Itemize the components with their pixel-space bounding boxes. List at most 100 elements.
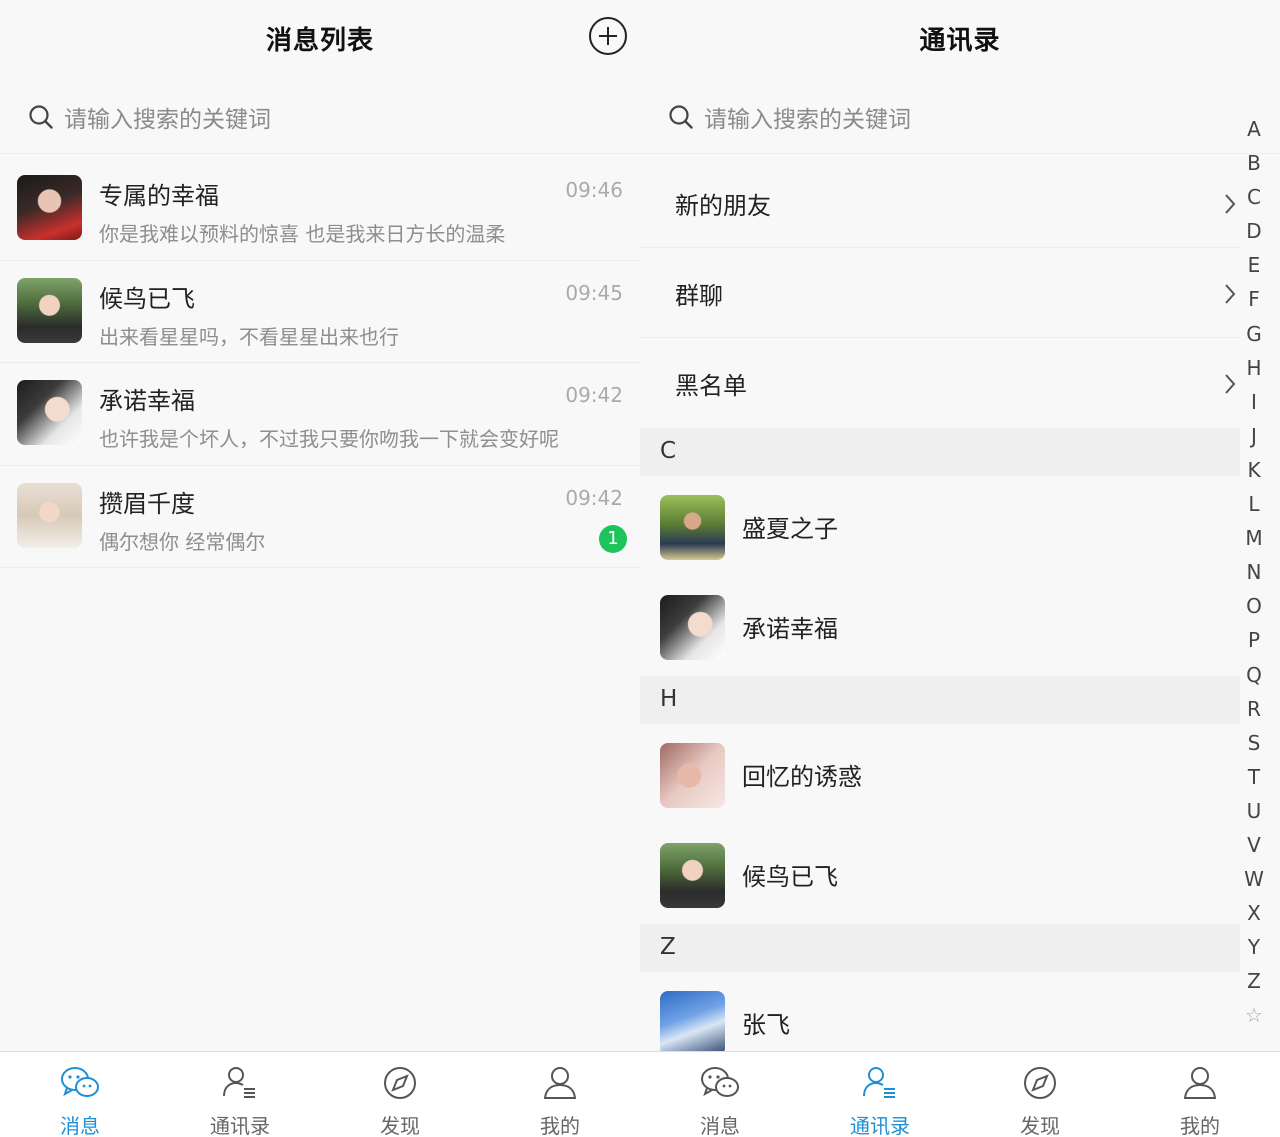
contact-name: 承诺幸福	[742, 609, 838, 644]
list-item[interactable]: 候鸟已飞 出来看星星吗，不看星星出来也行 09:45	[0, 261, 640, 364]
section-letter: C	[660, 438, 676, 464]
menu-blacklist[interactable]: 黑名单	[640, 338, 1240, 428]
chat-name: 承诺幸福	[99, 381, 195, 416]
index-letter[interactable]: H	[1240, 351, 1268, 385]
menu-label: 新的朋友	[675, 186, 771, 221]
tab-contacts[interactable]: 通讯录	[800, 1052, 960, 1137]
tab-label: 消息	[640, 1110, 800, 1137]
tab-discover[interactable]: 发现	[960, 1052, 1120, 1137]
avatar	[660, 991, 725, 1056]
index-letter[interactable]: U	[1240, 794, 1268, 828]
chat-preview: 你是我难以预料的惊喜 也是我来日方长的温柔	[99, 218, 505, 247]
tab-contacts[interactable]: 通讯录	[160, 1052, 320, 1137]
index-letter[interactable]: C	[1240, 180, 1268, 214]
contacts-icon	[859, 1062, 901, 1104]
contact-item[interactable]: 回忆的诱惑	[640, 724, 1240, 824]
index-letter[interactable]: D	[1240, 214, 1268, 248]
index-letter[interactable]: J	[1240, 419, 1268, 453]
index-letter[interactable]: G	[1240, 317, 1268, 351]
chat-time: 09:46	[565, 178, 623, 202]
menu-label: 黑名单	[675, 366, 747, 401]
chat-preview: 也许我是个坏人，不过我只要你吻我一下就会变好呢	[99, 423, 559, 452]
index-letter[interactable]: R	[1240, 692, 1268, 726]
index-letter[interactable]: M	[1240, 521, 1268, 555]
index-letter[interactable]: N	[1240, 555, 1268, 589]
tab-bar: 消息 通讯录 发现 我的	[640, 1051, 1280, 1137]
chat-preview: 偶尔想你 经常偶尔	[99, 526, 265, 555]
avatar	[660, 843, 725, 908]
menu-group-chat[interactable]: 群聊	[640, 248, 1240, 338]
search-input[interactable]: 请输入搜索的关键词	[704, 100, 911, 134]
index-letter[interactable]: E	[1240, 248, 1268, 282]
tab-label: 消息	[0, 1110, 160, 1137]
index-letter[interactable]: S	[1240, 726, 1268, 760]
compass-icon	[1019, 1062, 1061, 1104]
page-title: 消息列表	[0, 20, 640, 57]
unread-badge: 1	[599, 525, 627, 553]
contact-name: 盛夏之子	[742, 509, 838, 544]
search-bar[interactable]: 请输入搜索的关键词	[0, 82, 640, 154]
index-letter[interactable]: W	[1240, 862, 1268, 896]
page-title: 通讯录	[640, 20, 1280, 57]
contact-item[interactable]: 盛夏之子	[640, 476, 1240, 576]
index-letter[interactable]: O	[1240, 589, 1268, 623]
search-bar[interactable]: 请输入搜索的关键词	[640, 82, 1280, 154]
menu-new-friends[interactable]: 新的朋友	[640, 158, 1240, 248]
contacts-icon	[219, 1062, 261, 1104]
index-letter[interactable]: X	[1240, 896, 1268, 930]
index-letter[interactable]: Z	[1240, 964, 1268, 998]
index-letter[interactable]: Q	[1240, 658, 1268, 692]
menu-label: 群聊	[675, 276, 723, 311]
tab-me[interactable]: 我的	[1120, 1052, 1280, 1137]
chat-preview: 出来看星星吗，不看星星出来也行	[99, 321, 399, 350]
tab-bar: 消息 通讯录 发现 我的	[0, 1051, 640, 1137]
index-letter[interactable]: B	[1240, 146, 1268, 180]
search-icon	[668, 104, 694, 130]
tab-discover[interactable]: 发现	[320, 1052, 480, 1137]
chat-icon	[699, 1062, 741, 1104]
contact-name: 回忆的诱惑	[742, 757, 862, 792]
add-button[interactable]	[588, 16, 628, 56]
index-letter[interactable]: I	[1240, 385, 1268, 419]
user-icon	[539, 1062, 581, 1104]
contact-item[interactable]: 候鸟已飞	[640, 824, 1240, 924]
index-letter[interactable]: T	[1240, 760, 1268, 794]
compass-icon	[379, 1062, 421, 1104]
tab-me[interactable]: 我的	[480, 1052, 640, 1137]
chat-time: 09:42	[565, 486, 623, 510]
contact-item[interactable]: 承诺幸福	[640, 576, 1240, 676]
index-letter[interactable]: F	[1240, 282, 1268, 316]
search-icon	[28, 104, 54, 130]
chat-name: 专属的幸福	[99, 176, 219, 211]
list-item[interactable]: 攒眉千度 偶尔想你 经常偶尔 09:42 1	[0, 466, 640, 569]
index-letter[interactable]: A	[1240, 112, 1268, 146]
tab-label: 发现	[960, 1110, 1120, 1137]
index-letter[interactable]: L	[1240, 487, 1268, 521]
avatar	[17, 380, 82, 445]
header: 消息列表	[0, 0, 640, 78]
tab-messages[interactable]: 消息	[0, 1052, 160, 1137]
section-header: C	[640, 428, 1240, 476]
contact-name: 张飞	[742, 1005, 790, 1040]
index-letter[interactable]: P	[1240, 623, 1268, 657]
avatar	[17, 175, 82, 240]
chat-time: 09:42	[565, 383, 623, 407]
chevron-right-icon	[1222, 282, 1238, 306]
section-header: Z	[640, 924, 1240, 972]
chat-list: 专属的幸福 你是我难以预料的惊喜 也是我来日方长的温柔 09:46 候鸟已飞 出…	[0, 158, 640, 568]
chevron-right-icon	[1222, 372, 1238, 396]
list-item[interactable]: 专属的幸福 你是我难以预料的惊喜 也是我来日方长的温柔 09:46	[0, 158, 640, 261]
list-item[interactable]: 承诺幸福 也许我是个坏人，不过我只要你吻我一下就会变好呢 09:42	[0, 363, 640, 466]
alphabet-index[interactable]: ABCDEFGHIJKLMNOPQRSTUVWXYZ☆	[1240, 112, 1268, 1033]
index-letter[interactable]: Y	[1240, 930, 1268, 964]
avatar	[660, 743, 725, 808]
index-star[interactable]: ☆	[1240, 998, 1268, 1032]
section-letter: H	[660, 686, 677, 712]
search-input[interactable]: 请输入搜索的关键词	[64, 100, 271, 134]
index-letter[interactable]: V	[1240, 828, 1268, 862]
chevron-right-icon	[1222, 192, 1238, 216]
tab-messages[interactable]: 消息	[640, 1052, 800, 1137]
contact-name: 候鸟已飞	[742, 857, 838, 892]
tab-label: 通讯录	[160, 1110, 320, 1137]
index-letter[interactable]: K	[1240, 453, 1268, 487]
